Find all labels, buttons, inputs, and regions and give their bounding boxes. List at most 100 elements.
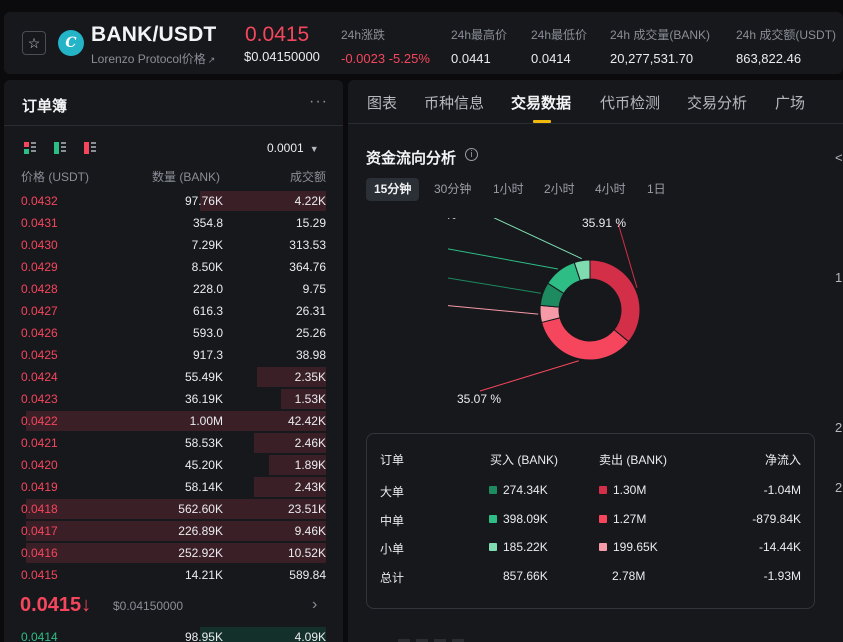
row-sell-total: 2.78M: [612, 569, 646, 583]
row-qty: 58.53K: [184, 436, 223, 450]
row-price: 0.0421: [21, 436, 58, 450]
fund-flow-donut-chart: 35.91 %35.07 %5.47 %7.52 %10.92 %5.08 %: [448, 218, 641, 406]
next-section-title-clipped: [398, 635, 518, 642]
ask-row[interactable]: 0.0429 8.50K 364.76: [4, 256, 343, 278]
row-total: 4.22K: [294, 194, 326, 208]
depth-bar: [26, 543, 326, 563]
external-link-icon: ↗: [207, 55, 216, 65]
order-book-panel: 订单簿 ··· 0.0001 ▼ 价格 (USDT) 数量 (BANK) 成交额 …: [4, 80, 343, 642]
mid-price-fiat: $0.04150000: [113, 599, 184, 613]
order-book-title: 订单簿: [22, 98, 68, 115]
row-price: 0.0426: [21, 326, 58, 340]
tab-trade-data[interactable]: 交易数据: [511, 92, 571, 113]
row-qty: 7.29K: [191, 238, 223, 252]
row-sell-medium: 1.27M: [599, 512, 646, 526]
ask-row[interactable]: 0.0415 14.21K 589.84: [4, 564, 343, 586]
row-buy-total: 857.66K: [503, 569, 548, 583]
fund-flow-table: 订单 买入 (BANK) 卖出 (BANK) 净流入 大单 274.34K 1.…: [366, 433, 815, 609]
depth-bar: [26, 521, 326, 541]
ask-row[interactable]: 0.0422 1.00M 42.42K: [4, 410, 343, 432]
row-total: 25.26: [295, 326, 326, 340]
row-qty: 97.76K: [184, 194, 223, 208]
row-total: 9.46K: [294, 524, 326, 538]
row-qty: 45.20K: [184, 458, 223, 472]
clipped-edge-text: 2: [835, 480, 843, 495]
ask-row[interactable]: 0.0424 55.49K 2.35K: [4, 366, 343, 388]
interval-2h[interactable]: 2小时: [536, 178, 583, 201]
ask-row[interactable]: 0.0418 562.60K 23.51K: [4, 498, 343, 520]
ask-row[interactable]: 0.0425 917.3 38.98: [4, 344, 343, 366]
depth-bar: [26, 499, 326, 519]
stat-24h-high: 24h最高价 0.0441: [451, 28, 508, 66]
row-qty: 98.95K: [184, 630, 223, 642]
tab-token-check[interactable]: 代币检测: [600, 92, 660, 113]
interval-1d[interactable]: 1日: [639, 178, 674, 201]
ask-row[interactable]: 0.0416 252.92K 10.52K: [4, 542, 343, 564]
ask-row[interactable]: 0.0426 593.0 25.26: [4, 322, 343, 344]
ask-row[interactable]: 0.0427 616.3 26.31: [4, 300, 343, 322]
mid-price-row[interactable]: 0.0415↓ $0.04150000 ›: [4, 590, 343, 622]
row-qty: 1.00M: [189, 414, 223, 428]
ask-row[interactable]: 0.0417 226.89K 9.46K: [4, 520, 343, 542]
both-sides-view-icon[interactable]: [24, 142, 37, 155]
fund-flow-title: 资金流向分析: [366, 150, 457, 167]
row-qty: 562.60K: [178, 502, 223, 516]
row-price: 0.0432: [21, 194, 58, 208]
row-qty: 226.89K: [178, 524, 223, 538]
donut-leader-line: [479, 360, 579, 392]
interval-4h[interactable]: 4小时: [587, 178, 634, 201]
active-tab-underline: [533, 120, 551, 123]
info-icon[interactable]: i: [465, 148, 478, 161]
ask-row[interactable]: 0.0430 7.29K 313.53: [4, 234, 343, 256]
ask-row[interactable]: 0.0420 45.20K 1.89K: [4, 454, 343, 476]
row-qty: 593.0: [192, 326, 223, 340]
interval-30m[interactable]: 30分钟: [426, 178, 479, 201]
row-price: 0.0418: [21, 502, 58, 516]
row-total: 26.31: [295, 304, 326, 318]
stat-24h-volume: 24h 成交量(BANK) 20,277,531.70: [610, 28, 711, 66]
row-price: 0.0424: [21, 370, 58, 384]
chevron-down-icon: ▼: [309, 144, 319, 154]
interval-1h[interactable]: 1小时: [485, 178, 532, 201]
interval-15m[interactable]: 15分钟: [366, 178, 420, 201]
donut-leader-line: [448, 277, 541, 294]
asks-view-icon[interactable]: [84, 142, 97, 155]
tab-coin-info[interactable]: 币种信息: [424, 92, 484, 113]
divider: [4, 125, 343, 126]
row-net-total: -1.93M: [763, 569, 801, 583]
pair-title: BANK/USDT: [91, 23, 217, 46]
ask-row[interactable]: 0.0419 58.14K 2.43K: [4, 476, 343, 498]
coin-logo: C: [58, 30, 84, 56]
row-price: 0.0422: [21, 414, 58, 428]
ask-row[interactable]: 0.0423 36.19K 1.53K: [4, 388, 343, 410]
col-header-total: 成交额: [289, 170, 326, 184]
row-qty: 58.14K: [184, 480, 223, 494]
last-price-fiat: $0.04150000: [244, 49, 320, 64]
ask-row[interactable]: 0.0431 354.8 15.29: [4, 212, 343, 234]
bid-row[interactable]: 0.0414 98.95K 4.09K: [4, 626, 343, 642]
bids-view-icon[interactable]: [54, 142, 67, 155]
tick-size-select[interactable]: 0.0001 ▼: [267, 141, 319, 155]
ask-row[interactable]: 0.0428 228.0 9.75: [4, 278, 343, 300]
stat-24h-change: 24h涨跌 -0.0023 -5.25%: [341, 28, 430, 66]
more-options-icon[interactable]: ···: [309, 93, 328, 111]
project-price-link[interactable]: Lorenzo Protocol价格 ↗: [91, 50, 215, 67]
tab-trade-analysis[interactable]: 交易分析: [687, 92, 747, 113]
row-buy-large: 274.34K: [489, 483, 548, 497]
tab-chart[interactable]: 图表: [367, 92, 397, 113]
favorite-star-icon[interactable]: ☆: [22, 31, 46, 55]
donut-slice[interactable]: [540, 317, 630, 361]
row-total: 2.43K: [294, 480, 326, 494]
row-price: 0.0416: [21, 546, 58, 560]
ask-row[interactable]: 0.0432 97.76K 4.22K: [4, 190, 343, 212]
row-total: 589.84: [289, 568, 326, 582]
stat-24h-turnover: 24h 成交额(USDT) 863,822.46: [736, 28, 837, 66]
row-total: 38.98: [295, 348, 326, 362]
row-label-small: 小单: [380, 542, 405, 556]
depth-bar: [26, 411, 326, 431]
ask-row[interactable]: 0.0421 58.53K 2.46K: [4, 432, 343, 454]
tab-square[interactable]: 广场: [775, 92, 805, 113]
row-net-large: -1.04M: [763, 483, 801, 497]
row-total: 1.53K: [294, 392, 326, 406]
row-total: 42.42K: [287, 414, 326, 428]
